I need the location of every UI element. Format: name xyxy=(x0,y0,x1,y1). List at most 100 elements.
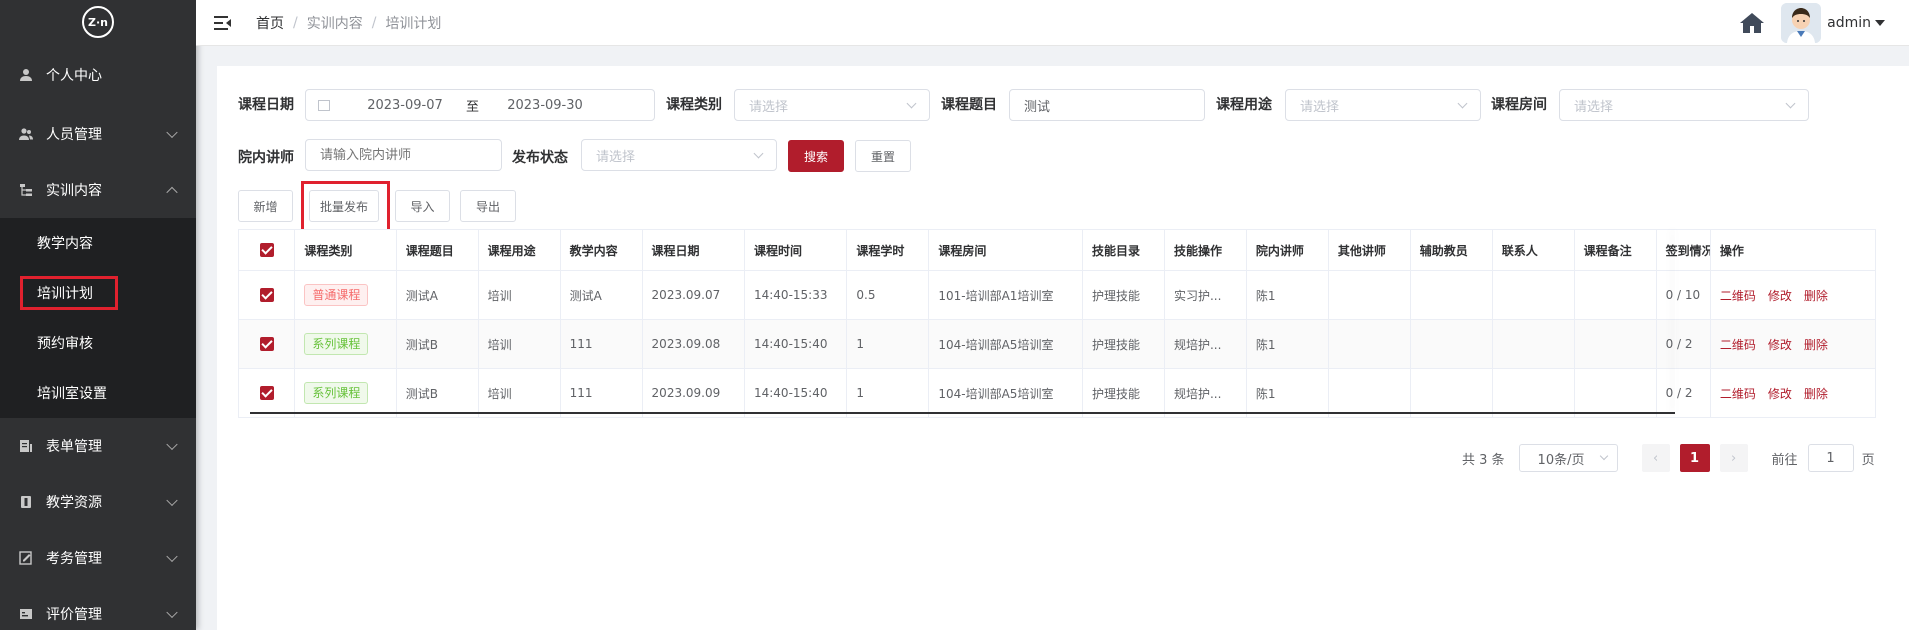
table-cell: 111 xyxy=(560,319,643,369)
column-header: 课程学时 xyxy=(846,229,930,271)
username[interactable]: admin xyxy=(1827,15,1871,31)
table-cell: 系列课程 xyxy=(294,368,397,418)
sidebar-subitem-teaching-content[interactable]: 教学内容 xyxy=(0,218,196,268)
table-cell xyxy=(1410,368,1493,418)
table-cell: 0 / 2 xyxy=(1656,368,1711,418)
edit-link[interactable]: 修改 xyxy=(1768,338,1792,352)
table-cell: 14:40-15:33 xyxy=(744,270,848,320)
row-checkbox[interactable] xyxy=(237,368,296,418)
breadcrumb-training[interactable]: 实训内容 xyxy=(307,13,363,33)
table-cell: 0 / 2 xyxy=(1656,319,1711,369)
chevron-down-icon xyxy=(1457,98,1468,109)
sidebar-item-personal[interactable]: 个人中心 xyxy=(0,44,196,106)
reset-button[interactable]: 重置 xyxy=(855,140,911,172)
edit-link[interactable]: 修改 xyxy=(1768,289,1792,303)
row-checkbox[interactable] xyxy=(237,270,296,320)
column-header: 课程日期 xyxy=(642,229,745,271)
sidebar-item-people[interactable]: 人员管理 xyxy=(0,106,196,162)
table-cell: 培训 xyxy=(478,270,561,320)
rating-icon xyxy=(20,609,32,619)
status-select[interactable]: 请选择 xyxy=(581,139,777,171)
add-button[interactable]: 新增 xyxy=(238,190,293,222)
qrcode-link[interactable]: 二维码 xyxy=(1720,338,1756,352)
caret-down-icon[interactable] xyxy=(1875,20,1885,26)
search-button[interactable]: 搜索 xyxy=(788,140,844,172)
export-button[interactable]: 导出 xyxy=(460,190,516,222)
table-cell: 测试A xyxy=(560,270,643,320)
category-select[interactable]: 请选择 xyxy=(734,89,930,121)
sidebar-subitem-booking-review[interactable]: 预约审核 xyxy=(0,318,196,368)
column-header: 课程类别 xyxy=(294,229,397,271)
delete-link[interactable]: 删除 xyxy=(1804,387,1828,401)
table-cell: 规培护... xyxy=(1164,368,1247,418)
chevron-down-icon xyxy=(166,126,178,139)
delete-link[interactable]: 删除 xyxy=(1804,289,1828,303)
chevron-up-icon xyxy=(166,186,178,199)
logo-mark: Z·n xyxy=(82,6,114,38)
topic-input[interactable]: 测试 xyxy=(1009,89,1205,121)
row-actions: 二维码 修改 删除 xyxy=(1710,319,1877,369)
home-icon[interactable] xyxy=(1739,11,1765,35)
qrcode-link[interactable]: 二维码 xyxy=(1720,387,1756,401)
collapse-menu-icon[interactable] xyxy=(214,15,232,30)
lecturer-input[interactable] xyxy=(305,139,502,171)
table-cell: 系列课程 xyxy=(294,319,397,369)
breadcrumb-home[interactable]: 首页 xyxy=(256,13,284,33)
page-number-active[interactable]: 1 xyxy=(1679,444,1710,472)
row-checkbox[interactable] xyxy=(237,319,296,369)
room-select[interactable]: 请选择 xyxy=(1559,89,1809,121)
purpose-select[interactable]: 请选择 xyxy=(1285,89,1481,121)
chevron-down-icon xyxy=(166,606,178,619)
horizontal-scrollbar[interactable] xyxy=(250,412,1675,414)
table-cell: 陈1 xyxy=(1246,270,1329,320)
table-row: 系列课程 测试B 培训 111 2023.09.09 14:40-15:40 1 104-培训… xyxy=(237,368,1877,418)
date-start[interactable]: 2023-09-07 xyxy=(350,98,460,113)
table-cell: 101-培训部A1培训室 xyxy=(928,270,1084,320)
next-page-button[interactable]: › xyxy=(1719,444,1748,472)
avatar[interactable] xyxy=(1781,3,1822,43)
table-cell: 0.5 xyxy=(846,270,930,320)
edit-link[interactable]: 修改 xyxy=(1768,387,1792,401)
date-end[interactable]: 2023-09-30 xyxy=(485,98,605,113)
breadcrumb: 首页 / 实训内容 / 培训计划 xyxy=(256,13,441,33)
sidebar-item-exams[interactable]: 考务管理 xyxy=(0,530,196,586)
sidebar-item-resources[interactable]: 教学资源 xyxy=(0,474,196,530)
user-icon xyxy=(20,69,32,81)
qrcode-link[interactable]: 二维码 xyxy=(1720,289,1756,303)
highlight-box xyxy=(301,181,390,233)
sidebar-item-label: 考务管理 xyxy=(46,551,102,567)
sidebar-subitem-room-settings[interactable]: 培训室设置 xyxy=(0,368,196,418)
column-header: 课程用途 xyxy=(478,229,561,271)
column-header: 辅助教员 xyxy=(1410,229,1493,271)
breadcrumb-current: 培训计划 xyxy=(385,15,442,32)
subitem-label: 教学内容 xyxy=(37,236,93,252)
page-size-select[interactable]: 10条/页 xyxy=(1518,444,1618,472)
purpose-label: 课程用途 xyxy=(1216,97,1272,113)
column-header: 其他讲师 xyxy=(1328,229,1411,271)
sidebar-item-label: 表单管理 xyxy=(46,439,102,455)
sidebar-item-training[interactable]: 实训内容 xyxy=(0,162,196,218)
subitem-label: 培训室设置 xyxy=(37,386,107,402)
goto-page-input[interactable]: 1 xyxy=(1807,444,1854,472)
status-label: 发布状态 xyxy=(512,150,568,166)
prev-page-button[interactable]: ‹ xyxy=(1641,444,1670,472)
goto-value: 1 xyxy=(1826,450,1835,466)
table-cell: 培训 xyxy=(478,368,561,418)
delete-link[interactable]: 删除 xyxy=(1804,338,1828,352)
select-all-checkbox[interactable] xyxy=(237,229,296,271)
sidebar-item-evaluation[interactable]: 评价管理 xyxy=(0,586,196,630)
table-header-row: 课程类别 课程题目 课程用途 教学内容 课程日期 课程时间 课程学时 课程房间 … xyxy=(237,229,1877,271)
column-header: 操作 xyxy=(1710,229,1877,271)
sidebar-item-forms[interactable]: 表单管理 xyxy=(0,418,196,474)
column-header: 课程备注 xyxy=(1574,229,1657,271)
tree-icon xyxy=(20,184,32,196)
table-cell xyxy=(1492,319,1575,369)
checkbox-checked-icon xyxy=(259,337,274,352)
table-cell xyxy=(1410,270,1493,320)
import-button[interactable]: 导入 xyxy=(395,190,450,222)
date-range-picker[interactable]: 2023-09-07 至 2023-09-30 xyxy=(305,89,655,121)
checkbox-checked-icon xyxy=(259,288,274,303)
table-cell xyxy=(1492,270,1575,320)
column-header: 课程题目 xyxy=(396,229,479,271)
table-cell: 14:40-15:40 xyxy=(744,368,848,418)
